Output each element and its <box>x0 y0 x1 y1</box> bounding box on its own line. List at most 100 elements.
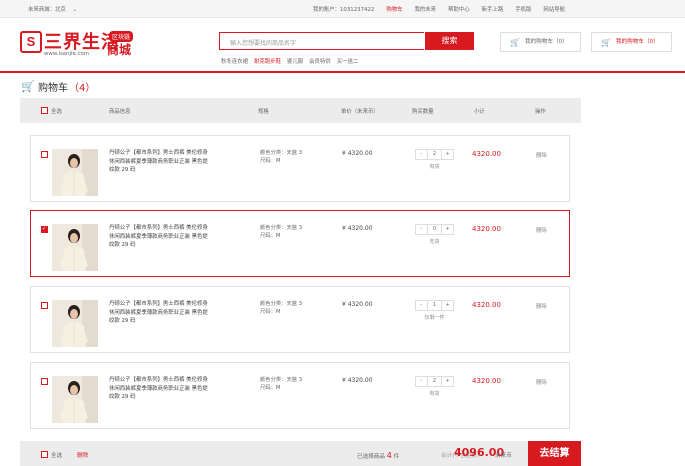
product-description[interactable]: 丹顿公子【都市系列】男士西裤 美伦修身休闲西装裤夏季薄款商务职业正装 黑色提纹款… <box>109 376 211 402</box>
product-description[interactable]: 丹顿公子【都市系列】男士西裤 美伦修身休闲西装裤夏季薄款商务职业正装 黑色提纹款… <box>109 300 211 326</box>
stock-status: 有货 <box>429 164 440 170</box>
search-input[interactable]: 输入您想要找的商品名字 <box>219 32 424 50</box>
unit-price: ¥ 4320.00 <box>342 301 373 308</box>
col-quantity: 购买数量 <box>412 109 434 115</box>
product-thumbnail[interactable] <box>52 300 98 347</box>
qty-plus-button[interactable]: + <box>442 225 453 234</box>
mini-cart-label: 我的购物车（0） <box>615 39 659 45</box>
mini-cart-label: 我的购物车（0） <box>524 39 568 45</box>
item-checkbox[interactable] <box>41 151 48 158</box>
hotword[interactable]: 婴儿服 <box>287 57 303 65</box>
product-thumbnail[interactable] <box>52 376 98 423</box>
checkout-button[interactable]: 去结算 <box>528 441 581 466</box>
quantity-stepper: - 2 + <box>415 376 454 387</box>
cart-table-header: 全选 商品信息 规格 单价（未来币） 购买数量 小计 操作 <box>20 98 581 123</box>
top-link-cart[interactable]: 购物车 <box>386 5 402 13</box>
delete-button[interactable]: 删除 <box>536 378 547 386</box>
item-checkbox[interactable] <box>41 302 48 309</box>
qty-input[interactable]: 0 <box>426 225 443 234</box>
mini-cart-button[interactable]: 🛒 我的购物车（0） <box>500 32 581 52</box>
cart-icon: 🛒 <box>601 38 611 47</box>
selected-number: 4 <box>386 451 392 460</box>
col-spec: 规格 <box>258 109 269 115</box>
search-button[interactable]: 搜索 <box>425 32 474 50</box>
product-description[interactable]: 丹顿公子【都市系列】男士西裤 美伦修身休闲西装裤夏季薄款商务职业正装 黑色提纹款… <box>109 149 211 175</box>
item-checkbox[interactable] <box>41 226 48 233</box>
qty-plus-button[interactable]: + <box>442 377 453 386</box>
product-spec: 颜色分类：天蓝 3 尺码：M <box>260 376 302 392</box>
footer-select-all-checkbox[interactable] <box>41 451 48 458</box>
top-link-my-future[interactable]: 我的未来 <box>415 5 437 13</box>
product-thumbnail[interactable] <box>52 224 98 271</box>
footer-delete-selected[interactable]: 删除 <box>77 451 88 459</box>
footer-select-all[interactable]: 全选 <box>51 451 62 459</box>
stock-status: 无货 <box>429 239 440 245</box>
cart-item: 丹顿公子【都市系列】男士西裤 美伦修身休闲西装裤夏季薄款商务职业正装 黑色提纹款… <box>30 135 570 202</box>
qty-minus-button[interactable]: - <box>416 301 427 310</box>
col-unit-price: 单价（未来币） <box>341 109 379 115</box>
logo-icon[interactable]: S <box>20 31 42 53</box>
item-checkbox[interactable] <box>41 378 48 385</box>
chevron-down-icon: ⌄ <box>72 7 77 13</box>
delete-button[interactable]: 删除 <box>536 302 547 310</box>
select-all-checkbox[interactable] <box>41 107 48 114</box>
hotword[interactable]: 会员特供 <box>309 57 331 65</box>
logo-sub: 商城 <box>107 43 132 57</box>
location-label: 未来商城：北京 <box>28 7 66 13</box>
spec-category: 颜色分类：天蓝 3 <box>260 301 303 307</box>
cart-icon: 🛒 <box>21 80 35 93</box>
total-unit: 未来币 <box>495 453 512 459</box>
cart-icon: 🛒 <box>510 38 520 47</box>
spec-category: 颜色分类：天蓝 3 <box>260 150 303 156</box>
product-thumbnail[interactable] <box>52 149 98 196</box>
cart-item: 丹顿公子【都市系列】男士西裤 美伦修身休闲西装裤夏季薄款商务职业正装 黑色提纹款… <box>30 362 570 429</box>
product-spec: 颜色分类：天蓝 3 尺码：M <box>260 300 302 316</box>
hotword[interactable]: 秋冬连衣裙 <box>221 57 248 65</box>
hotword[interactable]: 耐克跑步鞋 <box>254 57 281 65</box>
selected-count: 已选择商品 4 件 <box>357 451 399 460</box>
hot-keywords: 秋冬连衣裙 耐克跑步鞋 婴儿服 会员特供 买一送二 <box>221 57 358 65</box>
cart-footer: 全选 删除 已选择商品 4 件 合计(不含运费) 4096.00 未来币 <box>20 441 581 466</box>
delete-button[interactable]: 删除 <box>536 151 547 159</box>
spec-category: 颜色分类：天蓝 3 <box>260 377 303 383</box>
page-title: 购物车 <box>38 83 68 94</box>
qty-minus-button[interactable]: - <box>416 377 427 386</box>
unit-price: ¥ 4320.00 <box>342 225 373 232</box>
spec-size: 尺码：M <box>260 385 281 391</box>
item-subtotal: 4320.00 <box>472 225 501 233</box>
header-divider <box>0 71 685 73</box>
qty-plus-button[interactable]: + <box>442 150 453 159</box>
top-link-account[interactable]: 我的账户：1031237422 <box>313 5 374 13</box>
cart-count: （4） <box>69 83 96 94</box>
col-subtotal: 小计 <box>474 109 485 115</box>
top-link-newbie[interactable]: 新手上路 <box>482 5 504 13</box>
logo-url: www.isanjie.com <box>44 51 90 57</box>
item-subtotal: 4320.00 <box>472 377 501 385</box>
hotword[interactable]: 买一送二 <box>337 57 359 65</box>
top-link-help[interactable]: 帮助中心 <box>448 5 470 13</box>
quantity-stepper: - 1 + <box>415 300 454 311</box>
delete-button[interactable]: 删除 <box>536 226 547 234</box>
qty-input[interactable]: 2 <box>426 377 443 386</box>
qty-input[interactable]: 2 <box>426 150 443 159</box>
quantity-stepper: - 2 + <box>415 149 454 160</box>
spec-size: 尺码：M <box>260 309 281 315</box>
cart-item: 丹顿公子【都市系列】男士西裤 美伦修身休闲西装裤夏季薄款商务职业正装 黑色提纹款… <box>30 210 570 277</box>
top-bar: 未来商城：北京 ⌄ 我的账户：1031237422 购物车 我的未来 帮助中心 … <box>0 0 685 18</box>
top-link-mobile[interactable]: 手机版 <box>515 5 531 13</box>
stock-status: 仅剩一件 <box>424 315 445 321</box>
spec-category: 颜色分类：天蓝 3 <box>260 225 303 231</box>
unit-price: ¥ 4320.00 <box>342 377 373 384</box>
top-link-sitemap[interactable]: 网站导航 <box>543 5 565 13</box>
qty-input[interactable]: 1 <box>426 301 443 310</box>
location-selector[interactable]: 未来商城：北京 ⌄ <box>28 5 77 13</box>
qty-plus-button[interactable]: + <box>442 301 453 310</box>
col-action: 操作 <box>535 109 546 115</box>
product-spec: 颜色分类：天蓝 3 尺码：M <box>260 224 302 240</box>
product-spec: 颜色分类：天蓝 3 尺码：M <box>260 149 302 165</box>
qty-minus-button[interactable]: - <box>416 225 427 234</box>
product-description[interactable]: 丹顿公子【都市系列】男士西裤 美伦修身休闲西装裤夏季薄款商务职业正装 黑色提纹款… <box>109 224 211 250</box>
qty-minus-button[interactable]: - <box>416 150 427 159</box>
selected-prefix: 已选择商品 <box>357 454 385 460</box>
mini-cart-button-2[interactable]: 🛒 我的购物车（0） <box>591 32 672 52</box>
